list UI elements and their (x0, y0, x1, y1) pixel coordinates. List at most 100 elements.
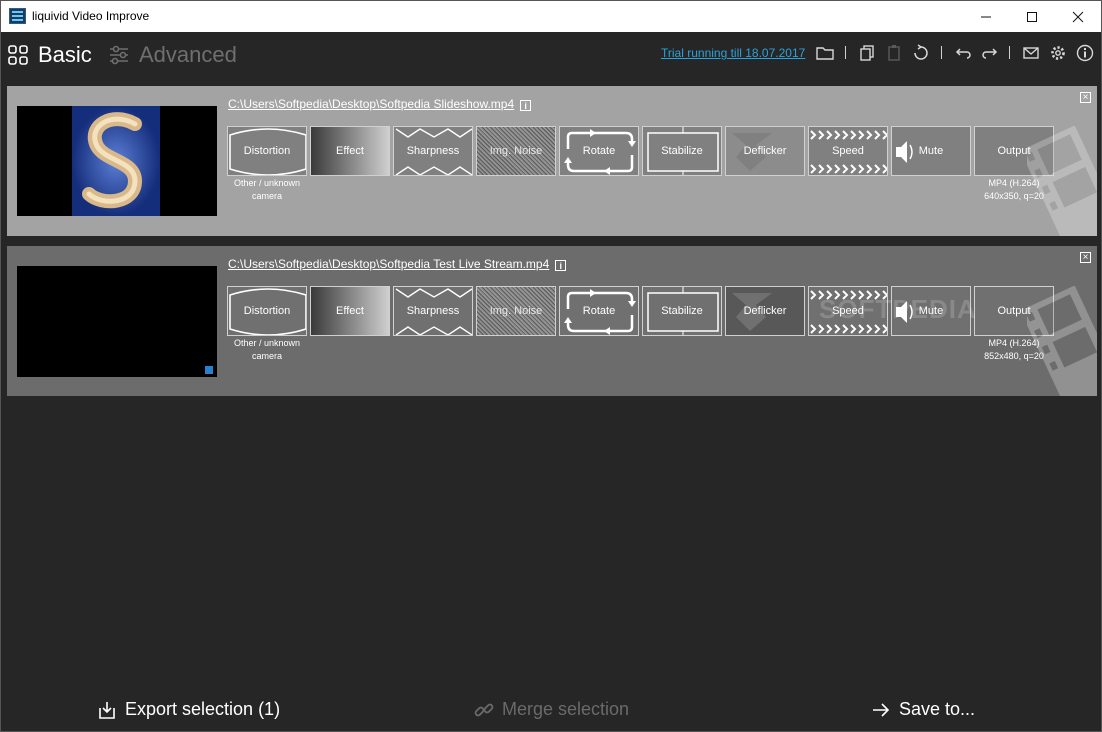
video-thumbnail[interactable] (17, 266, 217, 377)
maximize-icon (1027, 11, 1037, 22)
tile-label: Distortion (243, 145, 291, 157)
distortion-subtext: Other / unknown camera (227, 337, 307, 363)
tile-mute[interactable]: Mute (891, 286, 971, 336)
tile-label: Stabilize (661, 305, 703, 317)
tile-mute[interactable]: Mute (891, 126, 971, 176)
save-to-button[interactable]: Save to... (871, 699, 975, 720)
title-bar[interactable]: liquivid Video Improve (1, 1, 1101, 32)
tile-deflicker[interactable]: Deflicker (725, 126, 805, 176)
save-to-label: Save to... (899, 699, 976, 719)
separator (941, 46, 942, 59)
file-path-text: C:\Users\Softpedia\Desktop\Softpedia Sli… (228, 97, 515, 111)
minimize-icon (981, 16, 991, 17)
tile-label: Mute (918, 305, 944, 317)
window-title: liquivid Video Improve (32, 9, 150, 23)
bottom-bar: Export selection (1) Merge selection Sav… (1, 691, 1101, 731)
tile-label: Speed (832, 145, 864, 157)
tile-label: Output (997, 145, 1031, 157)
file-row[interactable]: C:\Users\Softpedia\Desktop\Softpedia Sli… (7, 86, 1097, 236)
separator (1009, 46, 1010, 59)
tile-distortion[interactable]: Distortion (227, 126, 307, 176)
tile-distortion[interactable]: Distortion (227, 286, 307, 336)
reset-icon[interactable] (912, 44, 930, 62)
tile-speed[interactable]: Speed (808, 286, 888, 336)
tile-label: Sharpness (406, 305, 460, 317)
tile-label: Img. Noise (489, 305, 543, 317)
close-icon (1072, 11, 1084, 22)
tile-label: Effect (336, 305, 364, 317)
toolbar: Basic Advanced Trial running till 18.07.… (1, 32, 1101, 78)
link-chain-icon (474, 703, 494, 716)
undo-icon[interactable] (954, 44, 972, 62)
export-selection-button[interactable]: Export selection (1) (97, 699, 280, 720)
file-info-icon[interactable]: i (555, 260, 567, 271)
distortion-camera-text: camera (251, 351, 282, 361)
video-thumbnail[interactable] (17, 106, 217, 216)
tile-rotate[interactable]: Rotate (559, 126, 639, 176)
basic-grid-icon (8, 45, 28, 65)
open-folder-icon[interactable] (816, 44, 834, 62)
tile-stabilize[interactable]: Stabilize (642, 126, 722, 176)
tile-label: Output (997, 305, 1031, 317)
tile-label: Effect (336, 145, 364, 157)
thumbnail-image (17, 266, 217, 377)
file-row[interactable]: C:\Users\Softpedia\Desktop\Softpedia Tes… (7, 246, 1097, 396)
close-window-button[interactable] (1055, 1, 1101, 32)
merge-selection-button[interactable]: Merge selection (474, 699, 629, 720)
export-selection-label: Export selection (1) (125, 699, 281, 719)
file-path-link[interactable]: C:\Users\Softpedia\Desktop\Softpedia Sli… (228, 97, 532, 111)
tile-label: Rotate (582, 145, 616, 157)
separator (845, 46, 846, 59)
minimize-button[interactable] (963, 1, 1009, 32)
tile-label: Deflicker (743, 305, 787, 317)
file-path-text: C:\Users\Softpedia\Desktop\Softpedia Tes… (228, 257, 550, 271)
distortion-subtext: Other / unknown camera (227, 177, 307, 203)
tile-sharpness[interactable]: Sharpness (393, 286, 473, 336)
tile-deflicker[interactable]: Deflicker (725, 286, 805, 336)
file-info-icon[interactable]: i (520, 100, 532, 111)
sliders-icon (110, 45, 128, 65)
app-window: liquivid Video Improve Basic Advanced Tr… (0, 0, 1102, 732)
export-icon (99, 701, 115, 719)
distortion-camera-text: camera (251, 191, 282, 201)
tile-label: Stabilize (661, 145, 703, 157)
mode-advanced-tab[interactable]: Advanced (108, 42, 237, 68)
remove-file-button[interactable]: × (1080, 92, 1091, 103)
tile-image-noise[interactable]: Img. Noise (476, 286, 556, 336)
mode-advanced-label: Advanced (139, 42, 237, 67)
arrow-right-icon (873, 702, 890, 717)
trial-link[interactable]: Trial running till 18.07.2017 (661, 46, 805, 60)
tile-sharpness[interactable]: Sharpness (393, 126, 473, 176)
remove-file-button[interactable]: × (1080, 252, 1091, 263)
tile-label: Deflicker (743, 145, 787, 157)
tile-image-noise[interactable]: Img. Noise (476, 126, 556, 176)
tile-rotate[interactable]: Rotate (559, 286, 639, 336)
mail-icon[interactable] (1022, 44, 1040, 62)
tile-label: Speed (832, 305, 864, 317)
copy-icon[interactable] (858, 44, 876, 62)
tile-speed[interactable]: Speed (808, 126, 888, 176)
maximize-button[interactable] (1009, 1, 1055, 32)
tile-effect[interactable]: Effect (310, 286, 390, 336)
redo-icon[interactable] (981, 44, 999, 62)
tile-label: Mute (918, 145, 944, 157)
app-logo-icon (9, 8, 26, 24)
tile-label: Rotate (582, 305, 616, 317)
mode-basic-label: Basic (38, 42, 92, 67)
film-strip-decoration (1027, 126, 1097, 236)
paste-icon[interactable] (885, 44, 903, 62)
tile-label: Distortion (243, 305, 291, 317)
info-icon[interactable] (1076, 44, 1094, 62)
tile-label: Sharpness (406, 145, 460, 157)
settings-gear-icon[interactable] (1049, 44, 1067, 62)
thumbnail-image (17, 106, 217, 216)
tile-label: Img. Noise (489, 145, 543, 157)
mode-basic-tab[interactable]: Basic (7, 42, 92, 68)
tile-stabilize[interactable]: Stabilize (642, 286, 722, 336)
film-strip-decoration (1027, 286, 1097, 396)
distortion-camera-text: Other / unknown (233, 178, 301, 188)
merge-selection-label: Merge selection (502, 699, 630, 719)
tile-effect[interactable]: Effect (310, 126, 390, 176)
distortion-camera-text: Other / unknown (233, 338, 301, 348)
file-path-link[interactable]: C:\Users\Softpedia\Desktop\Softpedia Tes… (228, 257, 567, 271)
